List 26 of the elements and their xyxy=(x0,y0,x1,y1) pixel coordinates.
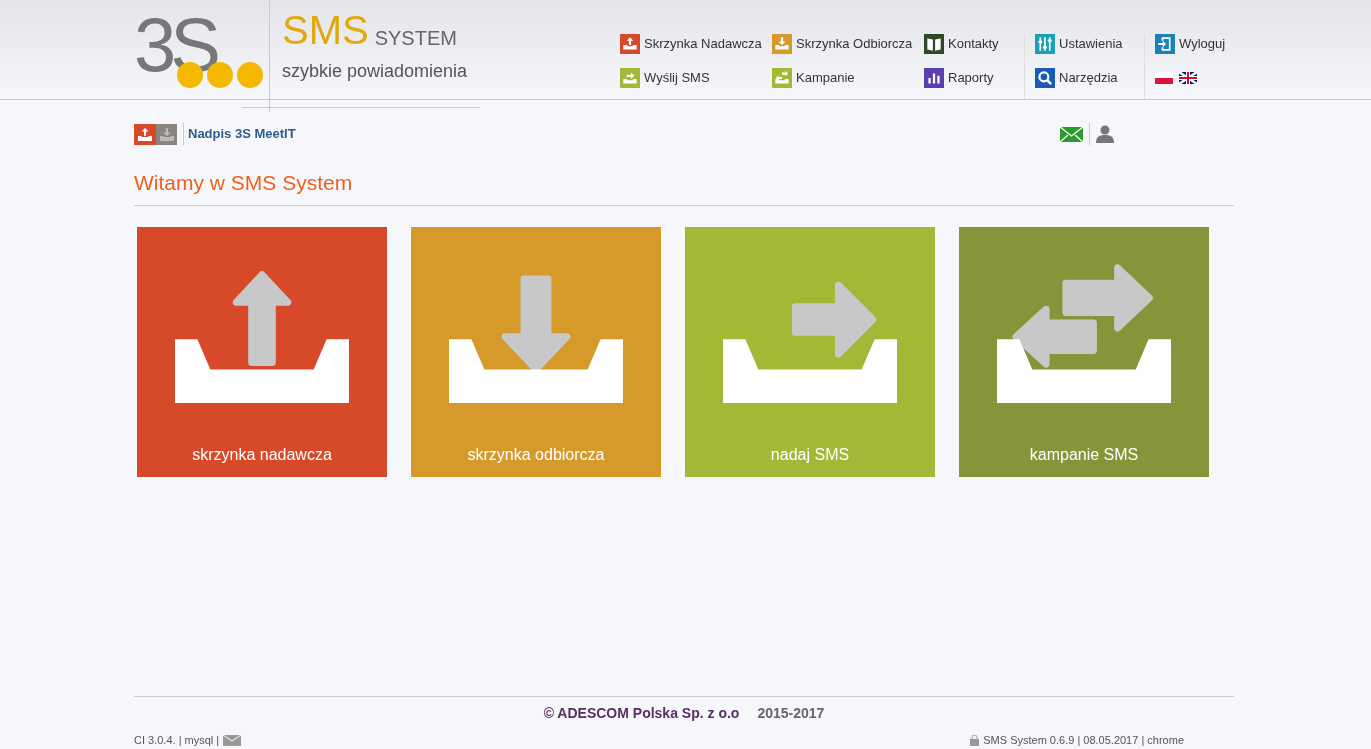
uk-flag-icon[interactable] xyxy=(1179,72,1197,84)
logo-title: SMS xyxy=(282,10,369,50)
logo-tagline: szybkie powiadomienia xyxy=(282,60,469,83)
footer-info: SMS System 0.6.9 | 08.05.2017 | chrome xyxy=(983,733,1184,748)
logo-subtitle: SYSTEM xyxy=(374,26,457,50)
lock-icon xyxy=(970,734,980,746)
footer-years: 2015-2017 xyxy=(757,704,825,723)
breadcrumb-title: Nadpis 3S MeetIT xyxy=(188,125,296,144)
menu-link[interactable]: Ustawienia xyxy=(1035,34,1134,54)
page-heading: Witamy w SMS System xyxy=(134,167,1234,206)
menu-link[interactable]: Skrzynka Odbiorcza xyxy=(772,34,914,54)
menu-link[interactable]: Wyloguj xyxy=(1155,34,1224,54)
menu-link[interactable]: Skrzynka Nadawcza xyxy=(620,34,762,54)
menu-link[interactable]: Raporty xyxy=(924,68,1014,88)
tile-button[interactable]: skrzynka nadawcza xyxy=(137,226,387,477)
menu-link[interactable]: Wyślij SMS xyxy=(620,68,762,88)
envelope-icon[interactable] xyxy=(223,734,242,746)
menu-link[interactable]: Kontakty xyxy=(924,34,1014,54)
footer-info: CI 3.0.4. | mysql | xyxy=(134,733,220,748)
menu-link[interactable]: Kampanie xyxy=(772,68,914,88)
footer-copyright: © ADESCOM Polska Sp. z o.o xyxy=(543,704,740,723)
menu-link[interactable]: Narzędzia xyxy=(1035,68,1134,88)
envelope-icon[interactable] xyxy=(1060,126,1083,142)
user-icon[interactable] xyxy=(1096,125,1114,143)
polish-flag-icon[interactable] xyxy=(1155,72,1173,84)
inbox-toggle-icon[interactable] xyxy=(134,123,177,145)
